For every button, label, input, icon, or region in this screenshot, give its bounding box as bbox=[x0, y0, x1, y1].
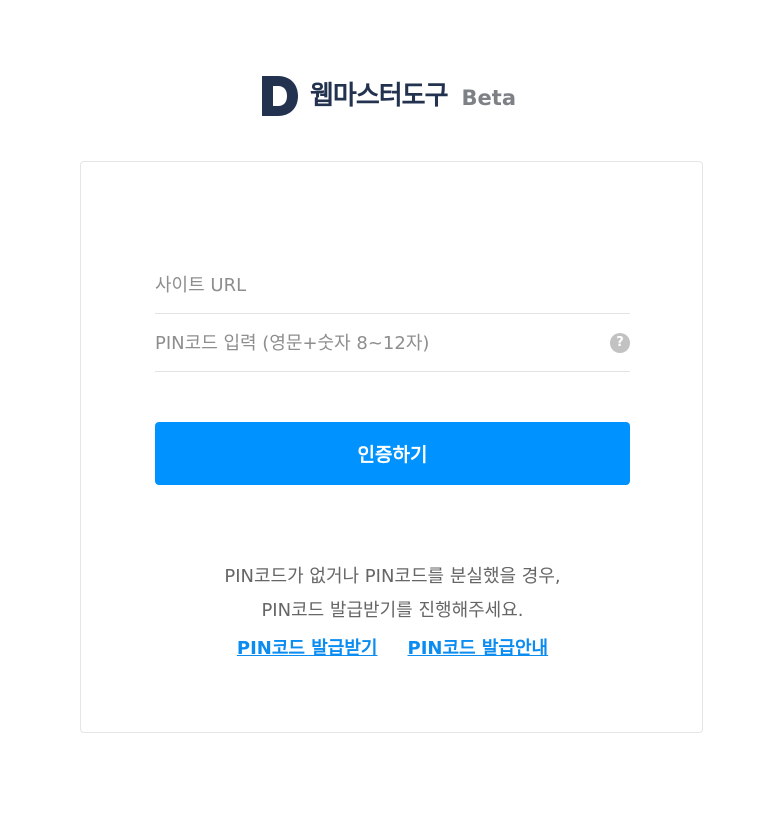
pin-links: PIN코드 발급받기 PIN코드 발급안내 bbox=[81, 632, 704, 666]
question-circle-icon[interactable]: ? bbox=[610, 333, 630, 353]
notice-line-2: PIN코드 발급받기를 진행해주세요. bbox=[261, 600, 524, 621]
site-url-input[interactable] bbox=[155, 256, 630, 314]
brand-name: 웹마스터도구 bbox=[310, 81, 449, 111]
brand-logo[interactable]: 웹마스터도구 Beta bbox=[0, 76, 778, 116]
pin-guide-link[interactable]: PIN코드 발급안내 bbox=[408, 632, 549, 666]
site-url-field bbox=[155, 256, 630, 314]
pin-issue-link[interactable]: PIN코드 발급받기 bbox=[237, 632, 378, 666]
d-logo-icon bbox=[262, 76, 298, 116]
notice-line-1: PIN코드가 없거나 PIN코드를 분실했을 경우, bbox=[224, 566, 561, 587]
auth-card: ? 인증하기 PIN코드가 없거나 PIN코드를 분실했을 경우, PIN코드 … bbox=[80, 161, 703, 733]
verify-button[interactable]: 인증하기 bbox=[155, 422, 630, 485]
pin-code-input[interactable] bbox=[155, 314, 630, 372]
pin-code-field: ? bbox=[155, 314, 630, 372]
beta-badge: Beta bbox=[461, 86, 516, 110]
